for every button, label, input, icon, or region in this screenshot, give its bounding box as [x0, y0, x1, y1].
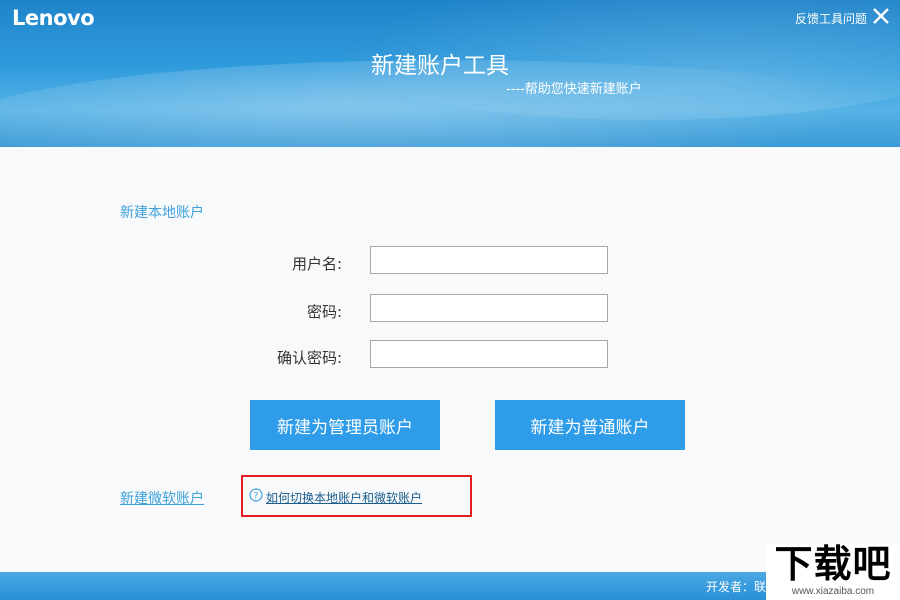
watermark-url: www.xiazaiba.com — [791, 586, 875, 597]
svg-text:?: ? — [254, 492, 259, 502]
confirm-password-label: 确认密码: — [276, 349, 342, 367]
username-label: 用户名: — [291, 255, 342, 273]
password-label: 密码: — [306, 303, 342, 321]
watermark-logo-text: 下载吧 — [774, 542, 892, 586]
lenovo-logo: Lenovo — [12, 6, 95, 30]
page-subtitle: ----帮助您快速新建账户 — [506, 82, 642, 97]
close-icon[interactable] — [872, 7, 890, 25]
switch-account-help-link[interactable]: 如何切换本地账户和微软账户 — [266, 489, 422, 506]
footer-bar: 开发者：联 — [0, 572, 900, 600]
create-standard-account-button[interactable]: 新建为普通账户 — [495, 400, 685, 450]
confirm-password-input[interactable] — [370, 340, 608, 368]
password-input[interactable] — [370, 294, 608, 322]
feedback-link[interactable]: 反馈工具问题 — [795, 10, 867, 27]
developer-label: 开发者：联 — [706, 580, 767, 594]
create-microsoft-account-link[interactable]: 新建微软账户 — [120, 488, 204, 508]
section-title-local-account: 新建本地账户 — [120, 205, 204, 221]
create-admin-account-button[interactable]: 新建为管理员账户 — [250, 400, 440, 450]
page-title: 新建账户工具 — [371, 53, 509, 79]
username-input[interactable] — [370, 246, 608, 274]
question-circle-icon: ? — [249, 488, 263, 502]
header-banner: Lenovo 反馈工具问题 新建账户工具 ----帮助您快速新建账户 — [0, 0, 900, 147]
site-watermark: 下载吧 www.xiazaiba.com — [766, 542, 900, 600]
